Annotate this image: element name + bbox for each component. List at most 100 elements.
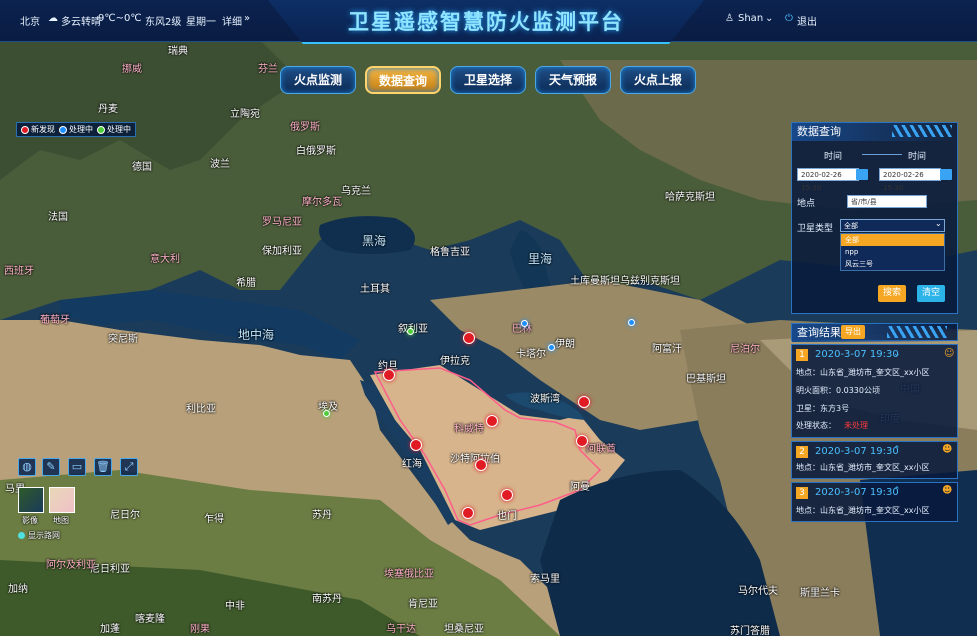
chevron-up-icon[interactable]: ⌃ <box>893 445 901 455</box>
map-label: 也门 <box>497 511 517 522</box>
map-label: 伊朗 <box>555 339 575 350</box>
fire-point-processing[interactable] <box>547 343 555 351</box>
chevron-down-icon[interactable]: ⌄ <box>765 13 773 24</box>
calendar-icon[interactable] <box>940 169 952 180</box>
tab-fire-report[interactable]: 火点上报 <box>620 66 696 94</box>
divider <box>862 154 902 155</box>
double-chevron-right-icon[interactable]: » <box>244 13 250 24</box>
result-item[interactable]: 1 2020-3-07 19:30 ⌄ ☺ 地点：山东省_潍坊市_奎文区_xx小… <box>791 344 958 438</box>
map-legend: 新发现 处理中 处理中 <box>16 122 136 137</box>
logout-button[interactable]: 退出 <box>797 13 817 28</box>
map-label: 阿尔及利亚 <box>46 560 96 571</box>
decor-stripes <box>887 326 947 338</box>
dropdown-option[interactable]: npp <box>841 246 944 258</box>
decor-stripes <box>892 125 952 137</box>
place-label: 地点 <box>797 199 816 209</box>
map-label: 埃塞俄比亚 <box>384 569 434 580</box>
fire-point-new[interactable] <box>576 435 588 447</box>
chevron-down-icon[interactable]: ⌄ <box>935 219 942 228</box>
result-address: 地点：山东省_潍坊市_奎文区_xx小区 <box>796 463 930 472</box>
time-label-end: 时间 <box>908 152 927 162</box>
satellite-map[interactable] <box>0 0 977 636</box>
start-time-input[interactable]: 2020-02-26 15:30 <box>797 168 859 192</box>
map-label: 阿曼 <box>570 482 590 493</box>
weekday: 星期一 <box>186 17 216 28</box>
end-time-input[interactable]: 2020-02-26 15:30 <box>879 168 941 192</box>
map-label: 法国 <box>48 212 68 223</box>
user-menu[interactable]: Shan <box>738 13 763 24</box>
map-label: 黑海 <box>362 234 387 248</box>
map-label: 丹麦 <box>98 104 118 115</box>
tab-weather-forecast[interactable]: 天气预报 <box>535 66 611 94</box>
calendar-icon[interactable] <box>856 169 868 180</box>
trash-icon[interactable]: 🗑 <box>94 458 112 476</box>
fullscreen-icon[interactable]: ⤢ <box>120 458 138 476</box>
map-label: 德国 <box>132 162 152 173</box>
fire-point-new[interactable] <box>383 369 395 381</box>
map-label: 乌干达 <box>386 624 416 635</box>
map-label: 乍得 <box>204 514 224 525</box>
weather-detail-link[interactable]: 详细 <box>222 13 242 28</box>
map-label: 挪威 <box>122 64 142 75</box>
fire-point-processing[interactable] <box>322 409 330 417</box>
map-label: 阿联酋 <box>586 444 616 455</box>
fire-point-new[interactable] <box>462 507 474 519</box>
cloud-icon: ☁ <box>48 13 58 24</box>
map-label: 乌克兰 <box>341 186 371 197</box>
fire-point-processing[interactable] <box>627 318 635 326</box>
map-label: 加纳 <box>8 584 28 595</box>
result-item[interactable]: 2 2020-3-07 19:30 ⌃ ☻ 地点：山东省_潍坊市_奎文区_xx小… <box>791 441 958 479</box>
fire-point-new[interactable] <box>578 396 590 408</box>
map-label: 希腊 <box>236 278 256 289</box>
map-label: 科威特 <box>454 424 484 435</box>
road-toggle-dot[interactable] <box>18 532 25 539</box>
map-label: 立陶宛 <box>230 109 260 120</box>
pencil-icon[interactable]: ✎ <box>42 458 60 476</box>
map-layer-thumb[interactable] <box>49 487 75 513</box>
time-label-start: 时间 <box>824 152 843 162</box>
map-label: 南苏丹 <box>312 594 342 605</box>
search-button[interactable]: 搜索 <box>878 285 906 302</box>
chevron-down-icon[interactable]: ⌄ <box>893 349 901 359</box>
clear-button[interactable]: 清空 <box>917 285 945 302</box>
map-label: 葡萄牙 <box>40 315 70 326</box>
data-query-panel: 数据查询 时间 时间 2020-02-26 15:30 2020-02-26 1… <box>791 122 958 314</box>
legend-item: 处理中 <box>97 124 131 135</box>
tab-fire-monitor[interactable]: 火点监测 <box>280 66 356 94</box>
fire-point-processing[interactable] <box>520 319 528 327</box>
satellite-layer-thumb[interactable] <box>18 487 44 513</box>
map-label: 斯里兰卡 <box>800 588 840 599</box>
weather-text: 多云转晴 <box>61 17 101 28</box>
rectangle-icon[interactable]: ▭ <box>68 458 86 476</box>
dropdown-option[interactable]: 风云三号 <box>841 258 944 270</box>
user-icon: ♙ <box>725 13 734 24</box>
map-label: 波兰 <box>210 159 230 170</box>
fire-point-new[interactable] <box>501 489 513 501</box>
temperature: 9℃~0℃ <box>98 13 142 24</box>
map-label: 乌兹别克斯坦 <box>620 276 680 287</box>
power-icon[interactable]: ⏻ <box>785 13 793 24</box>
map-label: 中非 <box>225 601 245 612</box>
fire-point-processing[interactable] <box>406 327 414 335</box>
result-address: 地点：山东省_潍坊市_奎文区_xx小区 <box>796 506 930 515</box>
legend-dot-red <box>21 125 29 134</box>
satellite-dropdown: 全部 npp 风云三号 <box>840 233 945 271</box>
tab-satellite-select[interactable]: 卫星选择 <box>450 66 526 94</box>
fire-point-new[interactable] <box>486 415 498 427</box>
fire-point-new[interactable] <box>475 459 487 471</box>
tab-data-query[interactable]: 数据查询 <box>365 66 441 94</box>
result-item[interactable]: 3 2020-3-07 19:30 ⌃ ☻ 地点：山东省_潍坊市_奎文区_xx小… <box>791 482 958 522</box>
chevron-up-icon[interactable]: ⌃ <box>893 486 901 496</box>
place-input[interactable]: 省/市/县 <box>847 195 927 208</box>
satellite-type-select[interactable]: 全部 <box>840 219 945 232</box>
export-button[interactable]: 导出 <box>841 325 865 339</box>
globe-icon[interactable]: ◍ <box>18 458 36 476</box>
fire-point-new[interactable] <box>463 332 475 344</box>
map-label: 里海 <box>528 252 553 266</box>
legend-dot-green <box>97 125 105 134</box>
road-network-toggle[interactable]: 显示路网 <box>28 530 60 541</box>
map-label: 地中海 <box>238 328 275 342</box>
dropdown-option[interactable]: 全部 <box>841 234 944 246</box>
people-icon: ☻ <box>942 444 953 455</box>
fire-point-new[interactable] <box>410 439 422 451</box>
